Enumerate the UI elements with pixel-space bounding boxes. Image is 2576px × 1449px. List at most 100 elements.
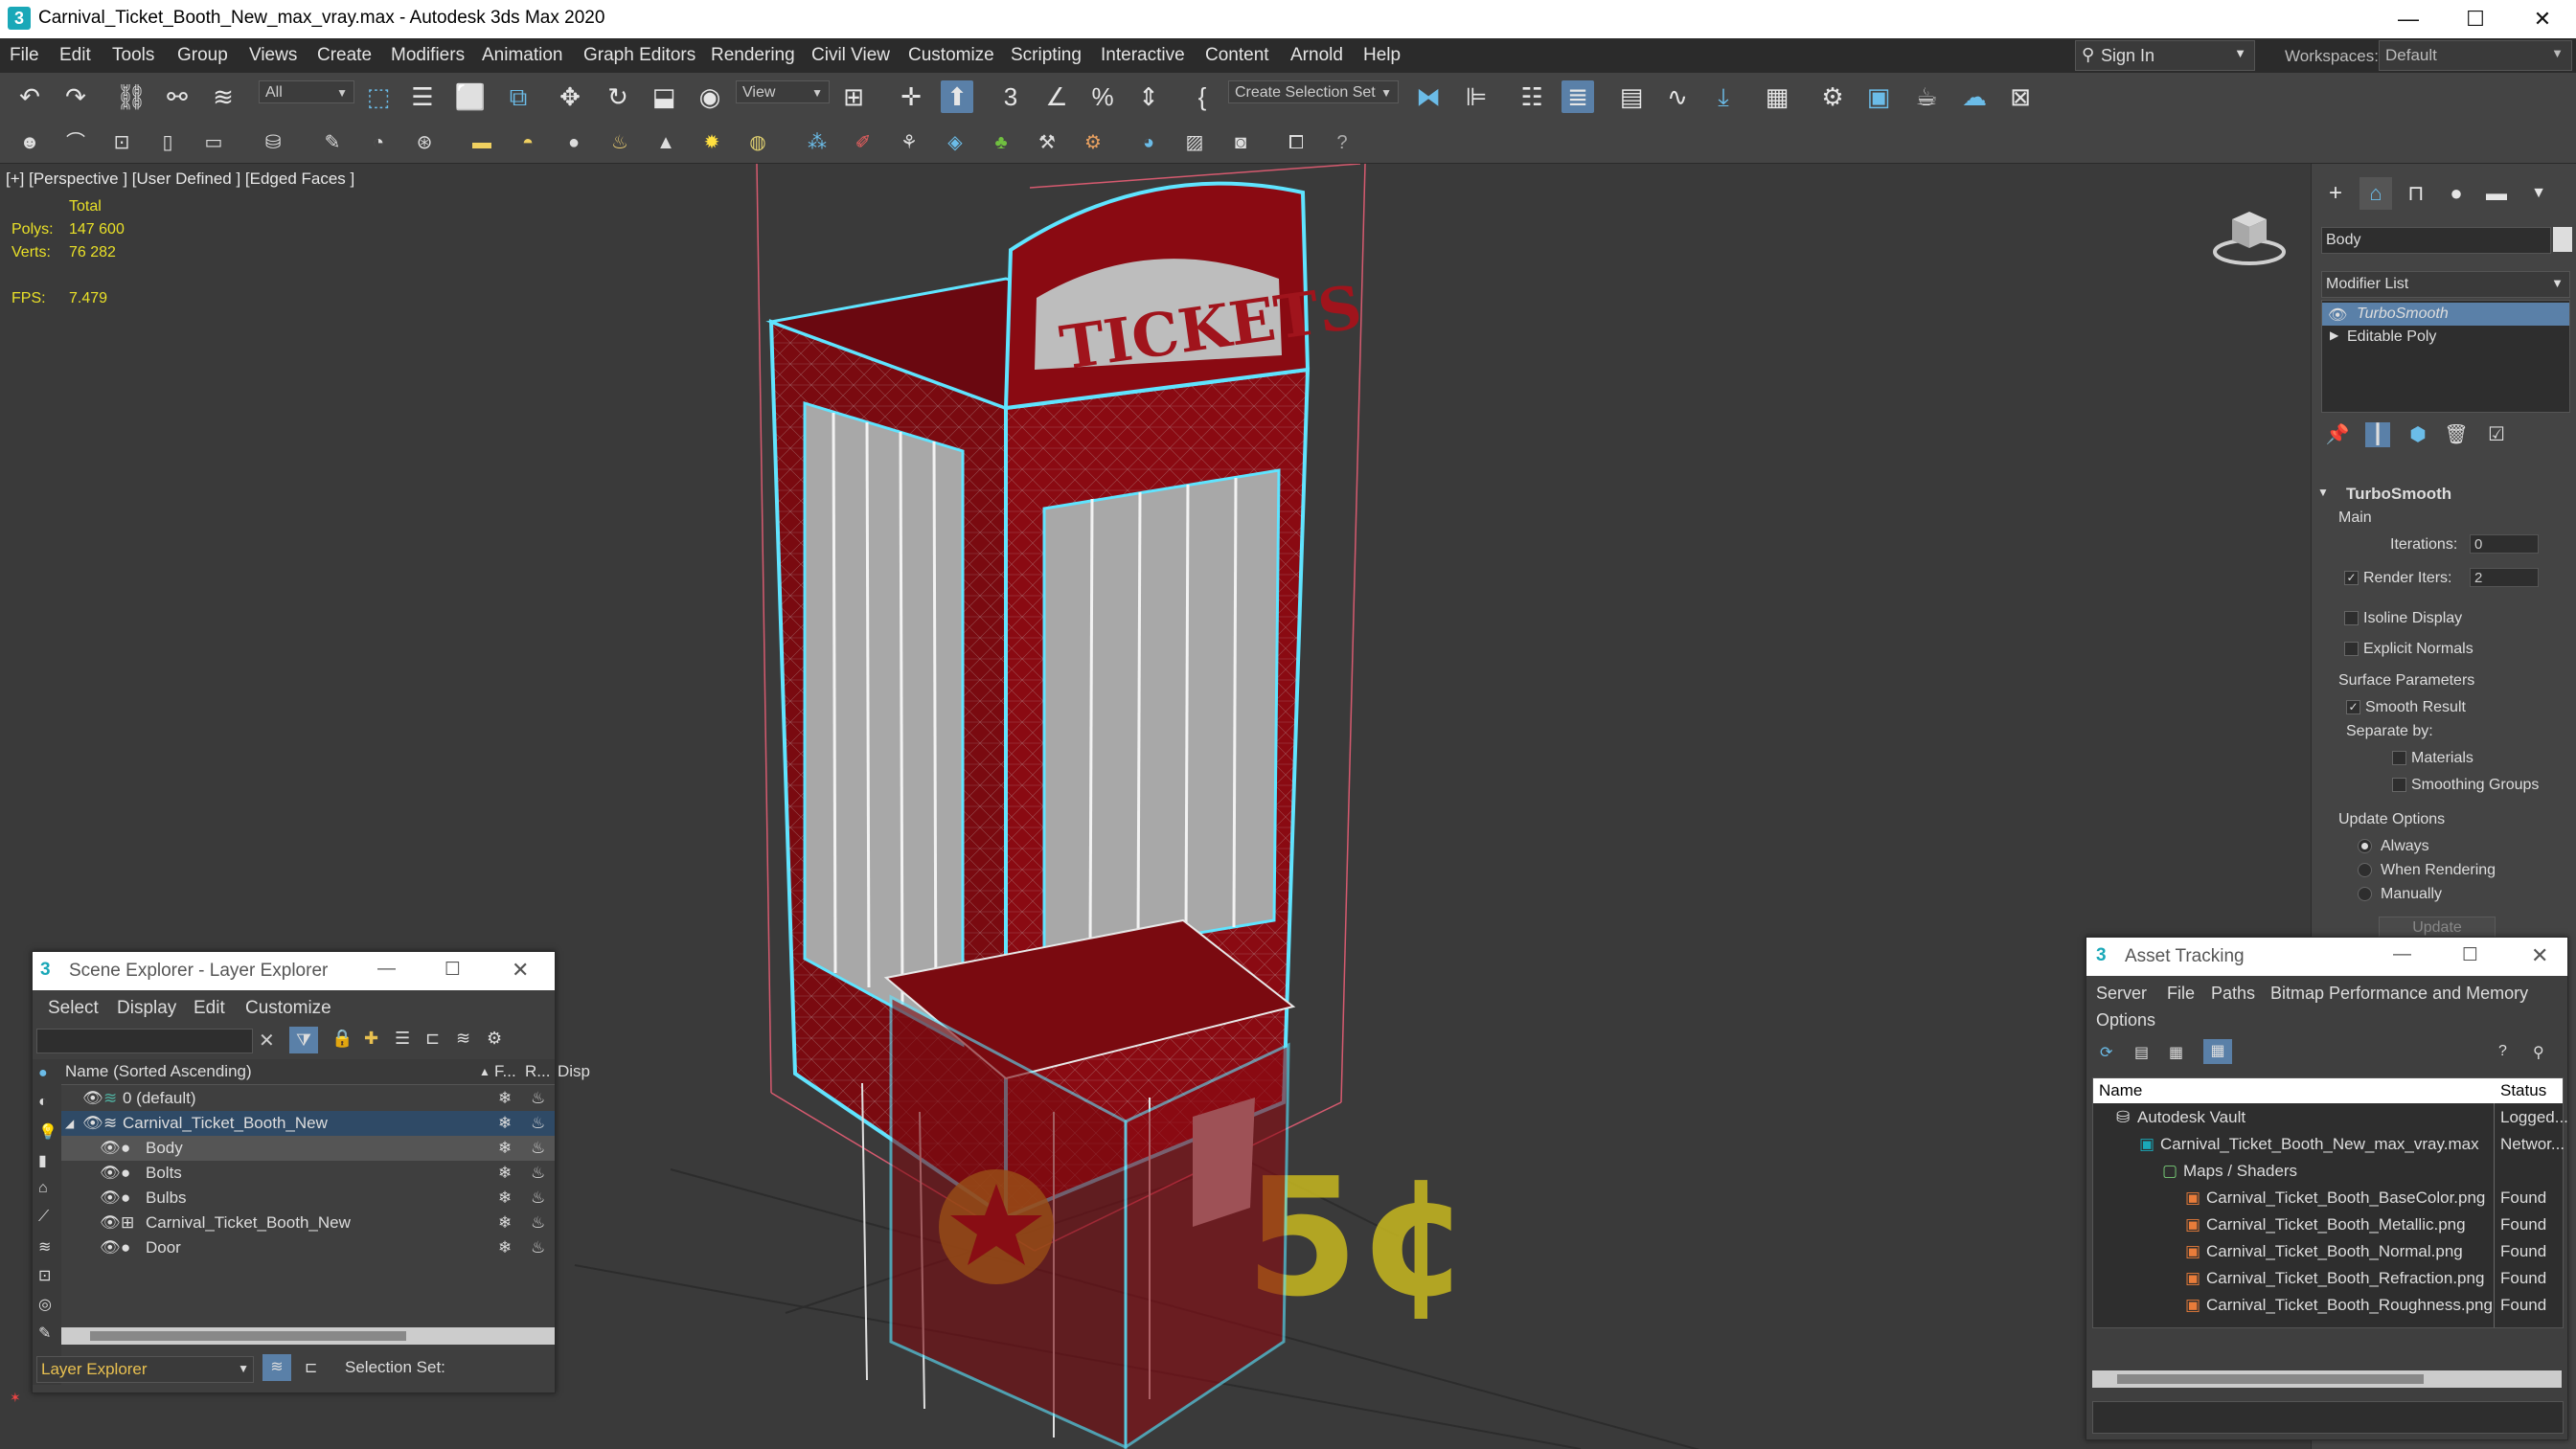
named-selection-select[interactable]: Create Selection Set ▼ bbox=[1228, 80, 1399, 103]
mirror-icon[interactable]: ⧓ bbox=[1412, 80, 1445, 113]
render-teapot-icon[interactable]: ♨ bbox=[531, 1136, 545, 1161]
display-groups-icon[interactable]: ⊡ bbox=[38, 1266, 51, 1285]
select-by-name-icon[interactable]: ☰ bbox=[406, 80, 439, 113]
history-icon[interactable]: ◔ bbox=[366, 130, 391, 155]
menu-interactive[interactable]: Interactive bbox=[1101, 45, 1185, 66]
find-input[interactable] bbox=[36, 1029, 253, 1053]
selection-filter-select[interactable]: All ▼ bbox=[259, 80, 354, 103]
asset-row[interactable]: ▣ Carnival_Ticket_Booth_Normal.png Found bbox=[2093, 1239, 2563, 1264]
rollout-collapse-icon[interactable]: ▼ bbox=[2317, 486, 2329, 499]
material-ball-icon[interactable]: ◕ bbox=[1136, 130, 1161, 155]
particles-icon[interactable]: ⁂ bbox=[805, 130, 830, 155]
render-teapot-icon[interactable]: ♨ bbox=[531, 1186, 545, 1211]
close-button[interactable]: ✕ bbox=[2531, 943, 2548, 968]
sign-in-dropdown[interactable]: ⚲ Sign In ▼ bbox=[2075, 40, 2255, 71]
object-name-field[interactable]: Body bbox=[2321, 227, 2551, 254]
channel-icon[interactable]: ⊛ bbox=[412, 130, 437, 155]
menu-file[interactable]: File bbox=[10, 45, 39, 66]
mass-fx-icon[interactable]: ⚙ bbox=[1081, 130, 1106, 155]
asset-row[interactable]: ▣ Carnival_Ticket_Booth_New_max_vray.max… bbox=[2093, 1132, 2565, 1157]
display-cameras-icon[interactable]: ▮ bbox=[38, 1151, 47, 1170]
expand-arrow-icon[interactable]: ▶ bbox=[2330, 328, 2338, 342]
display-tab-icon[interactable]: ▬ bbox=[2480, 177, 2513, 210]
toggle-ribbon-icon[interactable]: ▤ bbox=[1615, 80, 1648, 113]
motion-tab-icon[interactable]: ● bbox=[2440, 177, 2473, 210]
rendered-frame-window-icon[interactable]: ▣ bbox=[1862, 80, 1895, 113]
hierarchy-toggle-icon[interactable]: ⊏ bbox=[305, 1358, 317, 1377]
display-xrefs-icon[interactable]: ◎ bbox=[38, 1295, 52, 1314]
move-icon[interactable]: ✥ bbox=[554, 80, 586, 113]
window-crossing-icon[interactable]: ⧉ bbox=[502, 80, 535, 113]
place-icon[interactable]: ◉ bbox=[694, 80, 726, 113]
freeze-icon[interactable]: ❄ bbox=[498, 1235, 512, 1260]
close-button[interactable]: ✕ bbox=[512, 958, 529, 983]
workspace-select[interactable]: Default ▼ bbox=[2379, 40, 2572, 71]
redo-icon[interactable]: ↷ bbox=[59, 80, 92, 113]
clear-icon[interactable]: ✕ bbox=[259, 1029, 275, 1053]
scrollbar-thumb[interactable] bbox=[2117, 1374, 2424, 1384]
render-setup-icon[interactable]: ⚙ bbox=[1816, 80, 1849, 113]
display-none-icon[interactable]: ● bbox=[38, 1065, 48, 1082]
minimize-button[interactable]: — bbox=[2375, 0, 2442, 38]
close-button[interactable]: ✕ bbox=[2509, 0, 2576, 38]
maximize-button[interactable]: ☐ bbox=[2462, 944, 2478, 966]
rotate-icon[interactable]: ↻ bbox=[602, 80, 634, 113]
box-icon[interactable]: ▬ bbox=[469, 130, 494, 155]
lock-icon[interactable]: 🔒 bbox=[331, 1029, 353, 1049]
scene-explorer-title-bar[interactable]: 3 Scene Explorer - Layer Explorer — ☐ ✕ bbox=[33, 952, 555, 990]
eye-icon[interactable]: 👁 bbox=[100, 1235, 121, 1260]
pin-icon[interactable]: ⚲ bbox=[2533, 1043, 2544, 1062]
freeze-icon[interactable]: ❄ bbox=[498, 1136, 512, 1161]
layer-row[interactable]: 👁 ≋ 0 (default) ❄ ♨ bbox=[61, 1086, 555, 1111]
menu-display[interactable]: Display bbox=[117, 998, 176, 1019]
rectangular-selection-icon[interactable]: ⬜ bbox=[454, 80, 487, 113]
column-freeze[interactable]: F... bbox=[494, 1059, 516, 1084]
show-end-result-icon[interactable]: ┃ bbox=[2365, 422, 2390, 447]
viewport-label-menu[interactable]: [+] [Perspective ] [User Defined ] [Edge… bbox=[6, 170, 354, 189]
spinner-snap-icon[interactable]: ⇕ bbox=[1132, 80, 1165, 113]
foliage-icon[interactable]: ♣ bbox=[989, 130, 1014, 155]
object-color-swatch[interactable] bbox=[2553, 227, 2572, 252]
eye-icon[interactable]: 👁 bbox=[100, 1161, 121, 1186]
table-view-icon[interactable]: ▦ bbox=[2203, 1039, 2232, 1064]
stack-icon[interactable]: ≋ bbox=[456, 1029, 470, 1049]
asset-row[interactable]: ⛁ Autodesk Vault Logged... bbox=[2093, 1105, 2568, 1130]
minimize-button[interactable]: — bbox=[377, 959, 396, 980]
column-status[interactable]: Status bbox=[2500, 1078, 2546, 1103]
column-render[interactable]: R... bbox=[525, 1059, 550, 1084]
layers-toggle-icon[interactable]: ≋ bbox=[262, 1354, 291, 1381]
edit-named-selection-icon[interactable]: { bbox=[1186, 80, 1219, 113]
help-icon[interactable]: ? bbox=[2498, 1043, 2507, 1060]
viewcube-icon[interactable] bbox=[2211, 202, 2288, 269]
stack-item-editable-poly[interactable]: ▶ Editable Poly bbox=[2322, 326, 2569, 349]
menu-paths[interactable]: Paths bbox=[2211, 984, 2255, 1004]
teapot-icon[interactable]: ♨ bbox=[607, 130, 632, 155]
freeze-icon[interactable]: ❄ bbox=[498, 1086, 512, 1111]
menu-customize[interactable]: Customize bbox=[908, 45, 994, 66]
menu-customize[interactable]: Customize bbox=[245, 998, 331, 1019]
eye-icon[interactable]: 👁 bbox=[100, 1136, 121, 1161]
menu-edit[interactable]: Edit bbox=[194, 998, 225, 1019]
display-space-warps-icon[interactable]: ≋ bbox=[38, 1237, 51, 1257]
hierarchy-tab-icon[interactable]: ⊓ bbox=[2400, 177, 2432, 210]
asset-row[interactable]: ▣ Carnival_Ticket_Booth_Metallic.png Fou… bbox=[2093, 1212, 2563, 1237]
asset-row[interactable]: ▣ Carnival_Ticket_Booth_Refraction.png F… bbox=[2093, 1266, 2563, 1291]
render-teapot-icon[interactable]: ♨ bbox=[531, 1086, 545, 1111]
brush-presets-icon[interactable]: ✎ bbox=[320, 130, 345, 155]
utilities-tab-icon[interactable]: ▼ bbox=[2522, 177, 2555, 210]
render-teapot-icon[interactable]: ♨ bbox=[531, 1161, 545, 1186]
asset-path-field[interactable] bbox=[2092, 1401, 2564, 1434]
horizontal-scrollbar[interactable] bbox=[2092, 1370, 2562, 1388]
layer-row[interactable]: ◢ 👁 ≋ Carnival_Ticket_Booth_New ❄ ♨ bbox=[61, 1111, 555, 1136]
menu-views[interactable]: Views bbox=[249, 45, 297, 66]
object-row[interactable]: 👁 ● Body ❄ ♨ bbox=[61, 1136, 555, 1161]
reference-coordinate-select[interactable]: View ▼ bbox=[736, 80, 830, 103]
column-display[interactable]: Disp bbox=[558, 1059, 590, 1084]
scene-states-icon[interactable]: ⛁ bbox=[261, 130, 285, 155]
horizontal-scrollbar[interactable] bbox=[61, 1327, 555, 1345]
eye-icon[interactable]: 👁 bbox=[82, 1111, 103, 1136]
layer-explorer-icon[interactable]: ≣ bbox=[1562, 80, 1594, 113]
select-object-icon[interactable]: ⬚ bbox=[362, 80, 395, 113]
column-name[interactable]: Name (Sorted Ascending) bbox=[65, 1059, 252, 1084]
modify-tab-icon[interactable]: ⌂ bbox=[2359, 177, 2392, 210]
